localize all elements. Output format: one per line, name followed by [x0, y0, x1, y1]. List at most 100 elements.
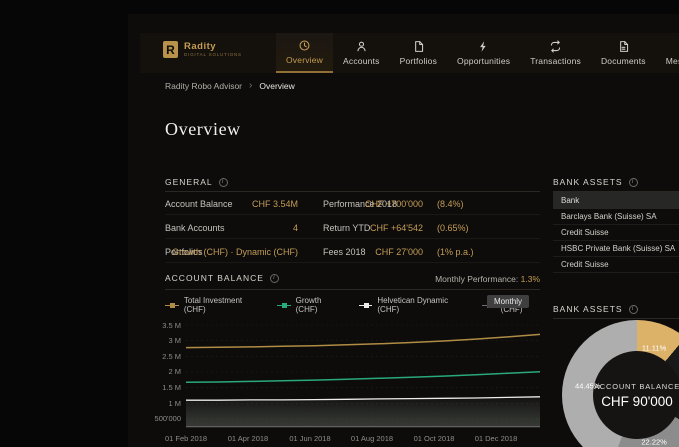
bank-row[interactable]: Credit Suisse [553, 225, 679, 241]
general-value: CHF 27'000 [323, 247, 423, 257]
monthly-performance-value: 1.3% [521, 274, 540, 284]
tab-label: Messages [666, 56, 679, 66]
general-row: Bank Accounts 4 Return YTD CHF +64'542 (… [165, 215, 540, 239]
screenshot-canvas: R Radity DIGITAL SOLUTIONS Overview Acco… [0, 0, 679, 447]
legend-growth[interactable]: Growth (CHF) [277, 296, 342, 314]
bank-row[interactable]: Credit Suisse [553, 257, 679, 273]
y-axis-tick: 2 M [145, 367, 181, 376]
tab-label: Documents [601, 56, 646, 66]
monthly-period-button[interactable]: Monthly [487, 295, 529, 308]
legend-marker-icon [165, 302, 179, 309]
bank-assets-title: BANK ASSETS [553, 304, 623, 314]
general-extra: (0.65%) [437, 223, 469, 233]
legend-label: Helvetican Dynamic (CHF) [377, 296, 465, 314]
copy-icon [412, 40, 425, 53]
donut-slice-label: 44.45% [575, 382, 600, 391]
x-axis-tick: 01 Apr 2018 [218, 434, 278, 443]
breadcrumb-parent[interactable]: Radity Robo Advisor [165, 81, 242, 91]
account-balance-title: ACCOUNT BALANCE [165, 273, 264, 283]
legend-label: Growth (CHF) [296, 296, 342, 314]
tab-label: Transactions [530, 56, 581, 66]
general-value: 4 [165, 223, 298, 233]
legend-marker-icon [277, 302, 291, 309]
general-row: Account Balance CHF 3.54M Performance 20… [165, 191, 540, 215]
chevron-right-icon [249, 80, 252, 91]
bank-assets-donut-header: BANK ASSETS [553, 304, 638, 314]
general-value: CHF 3.54M [165, 199, 298, 209]
x-axis-tick: 01 Oct 2018 [404, 434, 464, 443]
tab-documents[interactable]: Documents [591, 33, 656, 73]
bank-assets-title: BANK ASSETS [553, 177, 623, 187]
info-icon[interactable] [270, 274, 279, 283]
donut-center: ACCOUNT BALANCE CHF 90'000 [593, 351, 679, 439]
tab-accounts[interactable]: Accounts [333, 33, 390, 73]
y-axis-tick: 500'000 [145, 414, 181, 423]
monthly-performance: Monthly Performance: 1.3% [435, 274, 540, 284]
breadcrumb-current: Overview [259, 81, 294, 91]
bank-row[interactable]: Barclays Bank (Suisse) SA [553, 209, 679, 225]
x-axis-tick: 01 Dec 2018 [466, 434, 526, 443]
page-title: Overview [165, 119, 241, 140]
donut-center-value: CHF 90'000 [601, 394, 673, 409]
y-axis-tick: 3.5 M [145, 321, 181, 330]
app-window: R Radity DIGITAL SOLUTIONS Overview Acco… [128, 14, 679, 447]
tab-label: Overview [286, 55, 323, 65]
general-title: GENERAL [165, 177, 213, 187]
bank-column-header[interactable]: Bank [553, 192, 679, 209]
brand-tagline: DIGITAL SOLUTIONS [184, 53, 242, 58]
top-navbar: R Radity DIGITAL SOLUTIONS Overview Acco… [140, 33, 679, 73]
bank-row[interactable]: HSBC Private Bank (Suisse) SA [553, 241, 679, 257]
legend-marker-icon [359, 302, 373, 309]
divider [165, 289, 540, 290]
repeat-arrows-icon [549, 40, 562, 53]
line-chart-svg [186, 321, 540, 431]
y-axis-tick: 1.5 M [145, 383, 181, 392]
tab-messages[interactable]: Messages [656, 33, 679, 73]
general-value: CHF +700'000 [323, 199, 423, 209]
legend-total-investment[interactable]: Total Investment (CHF) [165, 296, 260, 314]
lightning-icon [477, 40, 490, 53]
info-icon[interactable] [629, 178, 638, 187]
tab-opportunities[interactable]: Opportunities [447, 33, 520, 73]
donut-slice-label: 22.22% [641, 437, 666, 446]
monthly-performance-label: Monthly Performance: [435, 274, 518, 284]
general-row: Portfolios Growth (CHF) · Dynamic (CHF) … [165, 239, 540, 263]
bank-assets-donut-chart[interactable]: ACCOUNT BALANCE CHF 90'000 11.11% 22.22% 4… [562, 320, 679, 447]
divider [553, 318, 679, 319]
legend-helvetican-dynamic[interactable]: Helvetican Dynamic (CHF) [359, 296, 465, 314]
general-table: Account Balance CHF 3.54M Performance 20… [165, 191, 540, 263]
bank-assets-table: Bank Barclays Bank (Suisse) SA Credit Su… [553, 192, 679, 273]
donut-center-label: ACCOUNT BALANCE [594, 382, 679, 391]
legend-label: Total Investment (CHF) [184, 296, 260, 314]
general-value: Growth (CHF) · Dynamic (CHF) [165, 247, 298, 257]
breadcrumb: Radity Robo Advisor Overview [165, 80, 295, 91]
tab-label: Opportunities [457, 56, 510, 66]
donut-slice-label: 11.11% [642, 344, 666, 353]
x-axis-tick: 01 Jun 2018 [280, 434, 340, 443]
general-extra: (8.4%) [437, 199, 464, 209]
tab-portfolios[interactable]: Portfolios [390, 33, 447, 73]
y-axis-tick: 1 M [145, 399, 181, 408]
general-section-header: GENERAL [165, 177, 228, 187]
tab-label: Portfolios [400, 56, 437, 66]
line-chart-plot [186, 321, 540, 431]
bank-assets-table-header: BANK ASSETS [553, 177, 638, 187]
chart-legend: Total Investment (CHF) Growth (CHF) Helv… [165, 296, 540, 314]
x-axis-tick: 01 Feb 2018 [156, 434, 216, 443]
dashboard-clock-icon [298, 39, 311, 52]
tab-transactions[interactable]: Transactions [520, 33, 591, 73]
brand-logo[interactable]: R Radity DIGITAL SOLUTIONS [163, 41, 242, 58]
brand-name: Radity [184, 42, 242, 52]
info-icon[interactable] [219, 178, 228, 187]
account-balance-header: ACCOUNT BALANCE [165, 273, 279, 283]
tab-label: Accounts [343, 56, 380, 66]
general-extra: (1% p.a.) [437, 247, 474, 257]
file-icon [617, 40, 630, 53]
info-icon[interactable] [629, 305, 638, 314]
radity-logo-icon: R [163, 41, 178, 58]
y-axis-tick: 3 M [145, 336, 181, 345]
nav-tabs: Overview Accounts Portfolios Opportuniti… [276, 33, 679, 73]
y-axis-tick: 2.5 M [145, 352, 181, 361]
tab-overview[interactable]: Overview [276, 33, 333, 73]
user-icon [355, 40, 368, 53]
